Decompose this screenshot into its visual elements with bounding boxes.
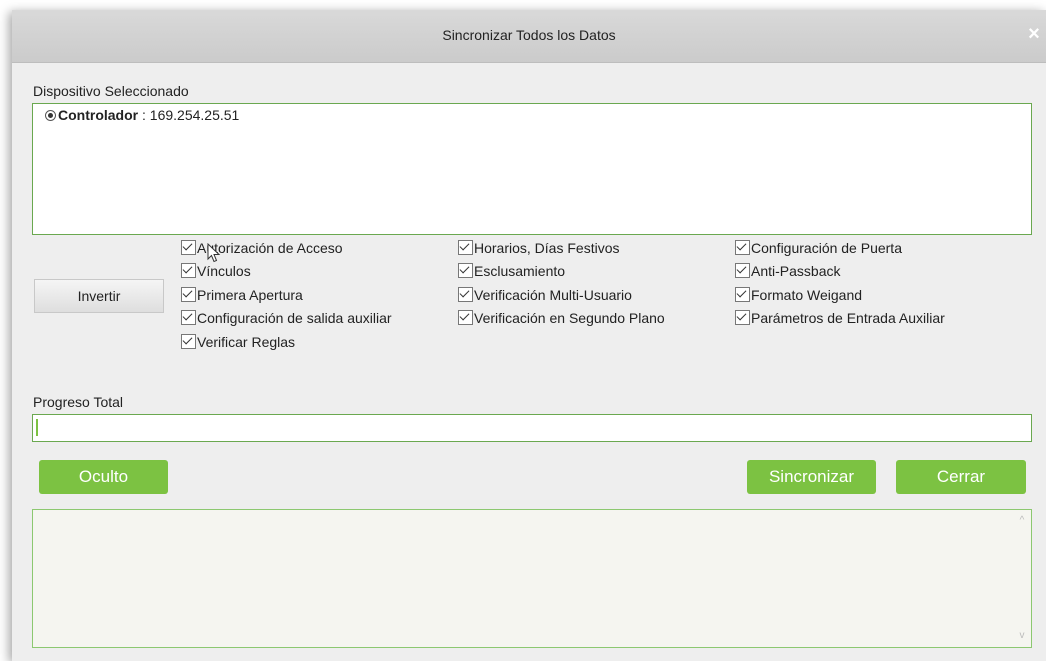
option-multi-user-verification[interactable]: Verificación Multi-Usuario [458,286,665,309]
option-first-opening[interactable]: Primera Apertura [181,286,392,309]
sync-dialog: Sincronizar Todos los Datos × Dispositiv… [12,10,1046,661]
progress-label: Progreso Total [33,394,124,410]
log-output[interactable]: ^ v [32,509,1032,648]
device-item[interactable]: Controlador : 169.254.25.51 [45,107,239,123]
checkbox-checked-icon[interactable] [735,310,750,326]
option-label: Primera Apertura [197,286,303,303]
progress-fill [36,419,38,436]
checkbox-checked-icon[interactable] [735,286,750,302]
device-ip: 169.254.25.51 [149,107,240,123]
device-section-label: Dispositivo Seleccionado [33,83,189,99]
close-button[interactable]: Cerrar [896,460,1026,494]
option-label: Verificación Multi-Usuario [474,286,632,303]
option-label: Formato Weigand [751,286,863,303]
hidden-button[interactable]: Oculto [39,460,168,494]
option-label: Parámetros de Entrada Auxiliar [751,310,945,327]
chevron-down-icon[interactable]: v [1017,631,1027,641]
options-column-3: Configuración de Puerta Anti-Passback Fo… [735,239,945,333]
dialog-titlebar[interactable]: Sincronizar Todos los Datos × [12,10,1046,63]
radio-selected-icon[interactable] [45,110,56,121]
option-wiegand-format[interactable]: Formato Weigand [735,286,945,309]
checkbox-checked-icon[interactable] [181,240,196,255]
checkbox-checked-icon[interactable] [181,310,196,326]
option-links[interactable]: Vínculos [181,262,392,285]
mouse-pointer-icon [207,243,221,263]
device-list: Controlador : 169.254.25.51 [32,103,1032,235]
option-label: Configuración de salida auxiliar [197,310,392,327]
option-label: Verificar Reglas [197,333,296,350]
dialog-title: Sincronizar Todos los Datos [442,27,616,43]
device-name: Controlador [58,107,139,123]
checkbox-checked-icon[interactable] [458,263,473,279]
option-label: Verificación en Segundo Plano [474,310,665,327]
option-label: Vínculos [197,263,251,280]
device-separator: : [138,107,150,123]
option-door-config[interactable]: Configuración de Puerta [735,239,945,262]
option-background-verification[interactable]: Verificación en Segundo Plano [458,309,665,332]
close-icon[interactable]: × [1025,24,1043,44]
option-label: Esclusamiento [474,263,566,280]
progress-bar [32,414,1032,442]
checkbox-checked-icon[interactable] [181,333,196,349]
checkbox-checked-icon[interactable] [458,310,473,326]
option-label: Anti-Passback [751,263,841,280]
option-aux-input-params[interactable]: Parámetros de Entrada Auxiliar [735,309,945,332]
options-column-2: Horarios, Días Festivos Esclusamiento Ve… [458,239,665,333]
chevron-up-icon[interactable]: ^ [1017,516,1027,526]
option-timezones-holidays[interactable]: Horarios, Días Festivos [458,239,665,262]
checkbox-checked-icon[interactable] [735,263,750,279]
checkbox-checked-icon[interactable] [458,286,473,302]
option-label: Configuración de Puerta [751,240,902,256]
sync-button[interactable]: Sincronizar [747,460,876,494]
option-aux-output-config[interactable]: Configuración de salida auxiliar [181,309,392,332]
option-interlock[interactable]: Esclusamiento [458,262,665,285]
checkbox-checked-icon[interactable] [458,240,473,255]
checkbox-checked-icon[interactable] [181,286,196,302]
checkbox-checked-icon[interactable] [735,240,750,255]
invert-button[interactable]: Invertir [34,279,164,313]
checkbox-checked-icon[interactable] [181,263,196,279]
option-verify-rules[interactable]: Verificar Reglas [181,333,392,356]
option-label: Horarios, Días Festivos [474,240,620,256]
option-anti-passback[interactable]: Anti-Passback [735,262,945,285]
